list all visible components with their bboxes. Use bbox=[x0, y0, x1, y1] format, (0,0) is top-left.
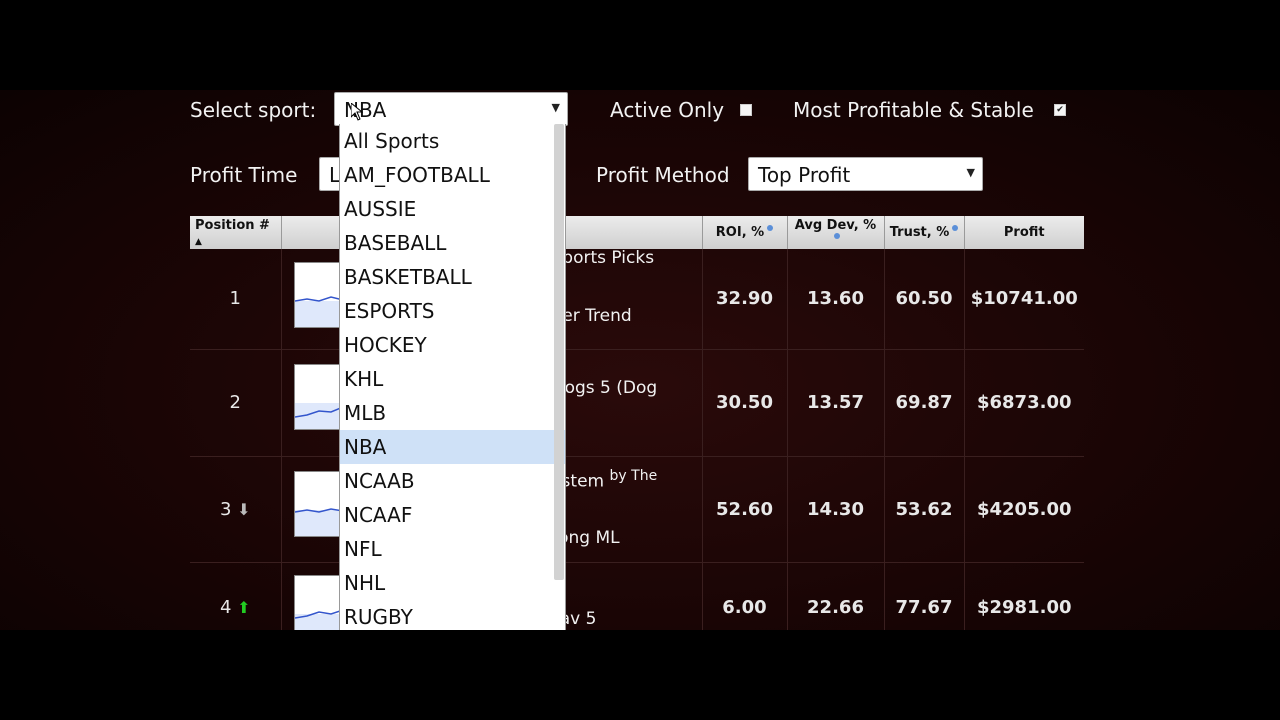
roi-header[interactable]: ROI, % bbox=[701, 216, 787, 249]
info-icon[interactable] bbox=[952, 225, 959, 231]
table-row[interactable]: 3 ⬇ ystem by The rong ML 52.60 14.30 53.… bbox=[190, 456, 1084, 563]
avgdev-cell: 13.57 bbox=[786, 349, 884, 457]
table-row[interactable]: 1 Sports Picks der Trend 32.90 13.60 60.… bbox=[190, 248, 1084, 350]
system-name-line1[interactable]: ystem by The bbox=[552, 468, 658, 492]
avgdev-cell: 14.30 bbox=[786, 456, 884, 563]
position-cell: 1 bbox=[190, 249, 281, 350]
profit-method-select[interactable]: Top Profit ▼ bbox=[748, 157, 983, 191]
page-stage: Select sport: NBA ▼ Active Only Most Pro… bbox=[0, 90, 1280, 630]
roi-cell: 52.60 bbox=[701, 456, 787, 563]
sport-dropdown-list[interactable]: All Sports AM_FOOTBALL AUSSIE BASEBALL B… bbox=[339, 124, 566, 630]
table-row[interactable]: 2 Dogs 5 (Dog ) 30.50 13.57 69.87 $6873.… bbox=[190, 349, 1084, 457]
position-cell: 2 bbox=[190, 349, 281, 457]
dropdown-option[interactable]: BASEBALL bbox=[340, 226, 565, 260]
dropdown-scrollbar[interactable] bbox=[554, 124, 564, 580]
most-profitable-label: Most Profitable & Stable bbox=[793, 98, 1034, 122]
roi-header-label: ROI, % bbox=[715, 225, 765, 240]
dropdown-option[interactable]: KHL bbox=[340, 362, 565, 396]
position-cell: 4 ⬆ bbox=[190, 562, 281, 630]
system-name-line1[interactable]: Dogs 5 (Dog bbox=[552, 378, 658, 398]
profit-cell: $2981.00 bbox=[963, 562, 1084, 630]
roi-cell: 30.50 bbox=[701, 349, 787, 457]
avgdev-cell: 22.66 bbox=[786, 562, 884, 630]
position-value: 3 bbox=[219, 498, 232, 520]
arrow-up-icon: ⬆ bbox=[237, 597, 251, 617]
sport-select[interactable]: NBA ▼ bbox=[334, 92, 568, 126]
dropdown-option[interactable]: NFL bbox=[340, 532, 565, 566]
active-only-checkbox[interactable] bbox=[740, 104, 752, 116]
trust-cell: 77.67 bbox=[883, 562, 964, 630]
select-sport-label: Select sport: bbox=[190, 98, 317, 122]
info-icon[interactable] bbox=[834, 232, 840, 239]
dropdown-option-selected[interactable]: NBA bbox=[340, 430, 565, 464]
profit-method-label: Profit Method bbox=[596, 163, 730, 187]
position-value: 4 bbox=[219, 596, 232, 618]
profit-time-label: Profit Time bbox=[190, 163, 298, 187]
avgdev-cell: 13.60 bbox=[786, 249, 884, 350]
dropdown-option[interactable]: ESPORTS bbox=[340, 294, 565, 328]
table-header-row: Position # ▲ ROI, % Avg Dev, % Trust, % … bbox=[190, 216, 1084, 249]
dropdown-option[interactable]: NCAAF bbox=[340, 498, 565, 532]
position-header[interactable]: Position # ▲ bbox=[190, 216, 281, 249]
leaderboard-table: Position # ▲ ROI, % Avg Dev, % Trust, % … bbox=[190, 216, 1084, 630]
profit-header-label: Profit bbox=[1003, 225, 1045, 240]
profit-method-value: Top Profit bbox=[758, 163, 851, 187]
active-only-label: Active Only bbox=[610, 98, 725, 122]
check-icon: ✔ bbox=[1056, 105, 1064, 115]
arrow-down-icon: ⬇ bbox=[237, 499, 251, 519]
sort-asc-icon: ▲ bbox=[195, 236, 202, 247]
dropdown-option[interactable]: AUSSIE bbox=[340, 192, 565, 226]
dropdown-option[interactable]: HOCKEY bbox=[340, 328, 565, 362]
system-author-prefix: by The bbox=[609, 467, 658, 484]
trust-cell: 53.62 bbox=[883, 456, 964, 563]
trust-header[interactable]: Trust, % bbox=[883, 216, 964, 249]
dropdown-option[interactable]: RUGBY bbox=[340, 600, 565, 630]
position-value: 1 bbox=[229, 288, 241, 310]
profit-cell: $4205.00 bbox=[963, 456, 1084, 563]
trust-cell: 69.87 bbox=[883, 349, 964, 457]
profit-header[interactable]: Profit bbox=[963, 216, 1084, 249]
roi-cell: 32.90 bbox=[701, 249, 787, 350]
chevron-down-icon: ▼ bbox=[551, 101, 560, 114]
roi-cell: 6.00 bbox=[701, 562, 787, 630]
mouse-cursor-icon bbox=[351, 103, 363, 121]
dropdown-option[interactable]: BASKETBALL bbox=[340, 260, 565, 294]
dropdown-option[interactable]: AM_FOOTBALL bbox=[340, 158, 565, 192]
info-icon[interactable] bbox=[767, 225, 774, 231]
dropdown-option[interactable]: NHL bbox=[340, 566, 565, 600]
most-profitable-checkbox[interactable]: ✔ bbox=[1054, 104, 1066, 116]
chevron-down-icon: ▼ bbox=[966, 166, 975, 179]
position-cell: 3 ⬇ bbox=[190, 456, 281, 563]
avgdev-header[interactable]: Avg Dev, % bbox=[786, 216, 884, 249]
position-value: 2 bbox=[229, 392, 241, 413]
system-name-line1[interactable]: Sports Picks bbox=[552, 248, 655, 268]
table-row[interactable]: 4 ⬆ Fav 5 6.00 22.66 77.67 $2981.00 bbox=[190, 562, 1084, 630]
trust-cell: 60.50 bbox=[883, 249, 964, 350]
dropdown-option[interactable]: MLB bbox=[340, 396, 565, 430]
avgdev-header-label: Avg Dev, % bbox=[794, 217, 877, 233]
dropdown-option[interactable]: NCAAB bbox=[340, 464, 565, 498]
position-header-label: Position # bbox=[195, 217, 270, 233]
dropdown-option[interactable]: All Sports bbox=[340, 124, 565, 158]
trust-header-label: Trust, % bbox=[889, 225, 950, 240]
profit-cell: $10741.00 bbox=[963, 249, 1084, 350]
profit-cell: $6873.00 bbox=[963, 349, 1084, 457]
